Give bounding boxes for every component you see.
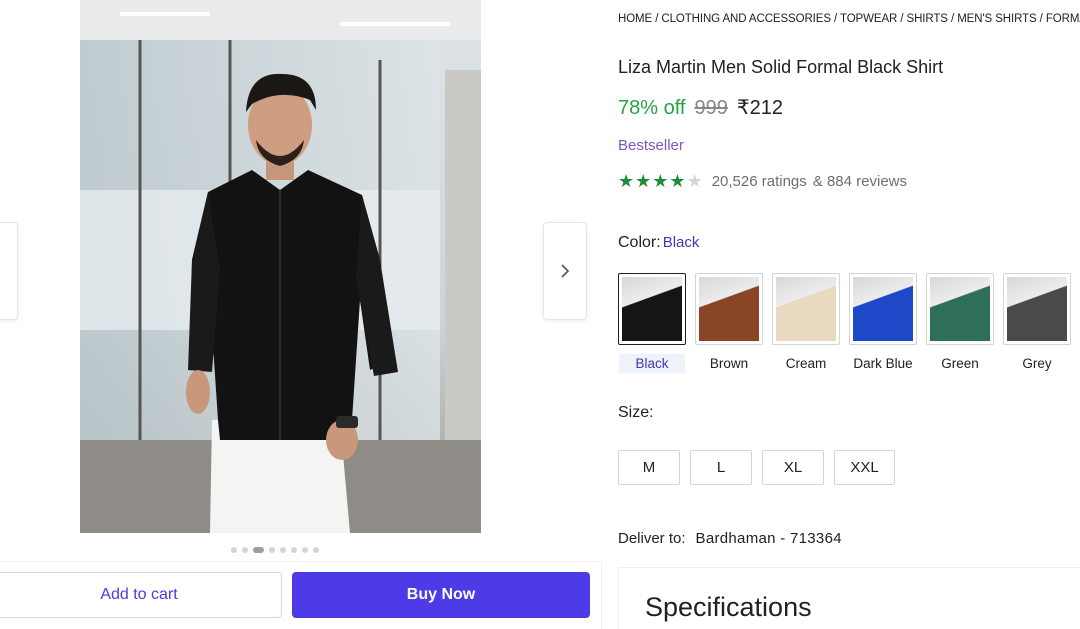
color-swatch-label: Dark Blue <box>853 356 913 371</box>
star-filled-icon: ★ <box>669 171 686 191</box>
color-swatch-label: Cream <box>785 356 827 371</box>
rating-row[interactable]: ★ ★ ★ ★ ★ 20,526 ratings & 884 reviews <box>618 172 907 190</box>
color-swatch-image <box>695 273 763 345</box>
selected-color: Black <box>662 234 700 251</box>
color-label: Color: <box>618 234 661 251</box>
specifications-section: Specifications <box>618 567 1080 629</box>
product-title: Liza Martin Men Solid Formal Black Shirt <box>618 57 944 77</box>
color-heading: Color: Black <box>618 234 699 252</box>
product-gallery: Add to cart Buy Now <box>0 0 602 629</box>
product-photo-black-shirt <box>80 0 481 533</box>
selling-price: ₹212 <box>736 97 783 119</box>
color-swatch-label: Green <box>941 356 979 371</box>
star-filled-icon: ★ <box>652 171 669 191</box>
pagination-dot[interactable] <box>291 547 297 553</box>
star-filled-icon: ★ <box>618 171 635 191</box>
breadcrumb-item-topwear[interactable]: TOPWEAR <box>840 13 897 25</box>
color-swatch-label: Grey <box>1022 356 1052 371</box>
pagination-dot[interactable] <box>231 547 237 553</box>
size-option-button[interactable]: L <box>690 450 752 485</box>
bestseller-badge: Bestseller <box>618 137 684 154</box>
original-price: 999 <box>694 97 728 119</box>
size-option-button[interactable]: XXL <box>834 450 895 485</box>
specifications-title: Specifications <box>645 592 812 622</box>
color-swatch-image <box>1003 273 1071 345</box>
product-main-image[interactable] <box>80 0 481 533</box>
star-empty-icon: ★ <box>686 171 703 191</box>
purchase-actions-bar: Add to cart Buy Now <box>0 561 602 629</box>
delivery-info: Deliver to: Bardhaman - 713364 <box>618 530 842 547</box>
color-swatch-image <box>849 273 917 345</box>
pagination-dot[interactable] <box>302 547 308 553</box>
color-swatch-label: Black <box>619 354 685 373</box>
pagination-dot[interactable] <box>253 547 264 553</box>
previous-image-button[interactable] <box>0 222 18 320</box>
color-swatches: Black Brown Cream Dark Blue Green Grey <box>618 273 1080 373</box>
color-swatch[interactable]: Brown <box>695 273 763 373</box>
color-swatch[interactable]: Green <box>926 273 994 373</box>
color-swatch[interactable]: Grey <box>1003 273 1071 373</box>
pagination-dot[interactable] <box>280 547 286 553</box>
breadcrumb-item-mens-shirts[interactable]: MEN'S SHIRTS <box>957 13 1036 25</box>
breadcrumb-item-clothing[interactable]: CLOTHING AND ACCESSORIES <box>661 13 831 25</box>
delivery-location[interactable]: Bardhaman - 713364 <box>696 530 842 547</box>
color-swatch-image <box>772 273 840 345</box>
color-swatch[interactable]: Cream <box>772 273 840 373</box>
product-info-panel: HOME / CLOTHING AND ACCESSORIES / TOPWEA… <box>618 0 1080 629</box>
breadcrumb: HOME / CLOTHING AND ACCESSORIES / TOPWEA… <box>618 13 1080 25</box>
breadcrumb-item-home[interactable]: HOME <box>618 13 652 25</box>
size-option-button[interactable]: M <box>618 450 680 485</box>
breadcrumb-item-shirts[interactable]: SHIRTS <box>907 13 948 25</box>
next-image-button[interactable] <box>543 222 587 320</box>
chevron-right-icon <box>561 264 570 278</box>
size-label: Size: <box>618 404 654 421</box>
pagination-dot[interactable] <box>313 547 319 553</box>
pagination-dot[interactable] <box>269 547 275 553</box>
star-filled-icon: ★ <box>635 171 652 191</box>
deliver-label: Deliver to: <box>618 530 686 547</box>
size-options: M L XL XXL <box>618 450 895 485</box>
color-swatch-label: Brown <box>709 356 749 371</box>
price-row: 78% off 999 ₹212 <box>618 95 783 120</box>
color-swatch[interactable]: Dark Blue <box>849 273 917 373</box>
ratings-count: 20,526 ratings <box>711 172 807 190</box>
add-to-cart-button[interactable]: Add to cart <box>0 572 282 618</box>
color-swatch[interactable]: Black <box>618 273 686 373</box>
size-option-button[interactable]: XL <box>762 450 824 485</box>
breadcrumb-item-formal[interactable]: FORMAL <box>1046 13 1080 25</box>
buy-now-button[interactable]: Buy Now <box>292 572 590 618</box>
color-swatch-image <box>926 273 994 345</box>
color-swatch-image <box>618 273 686 345</box>
star-rating: ★ ★ ★ ★ ★ <box>618 172 703 190</box>
pagination-dot[interactable] <box>242 547 248 553</box>
reviews-count: & 884 reviews <box>812 172 907 190</box>
image-pagination-dots <box>231 547 319 553</box>
discount-percent: 78% off <box>618 97 686 119</box>
